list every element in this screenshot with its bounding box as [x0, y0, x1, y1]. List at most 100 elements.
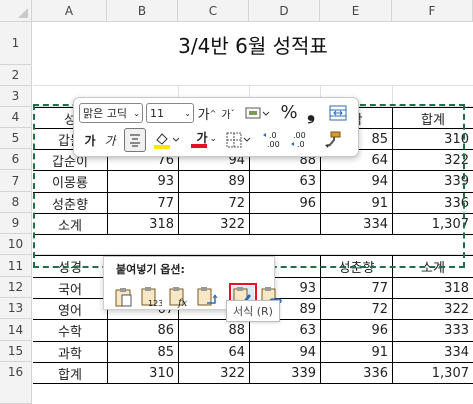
- svg-text:.00: .00: [267, 140, 280, 149]
- row-header-7[interactable]: 7: [0, 170, 32, 192]
- bold-button[interactable]: 가: [82, 129, 98, 151]
- table2-cell[interactable]: 322: [393, 299, 473, 319]
- paste-formulas-button[interactable]: fx: [168, 286, 190, 308]
- font-size-value: 11: [150, 106, 164, 120]
- table2-cell[interactable]: 96: [321, 320, 392, 341]
- align-center-icon: [130, 134, 140, 147]
- row-header-16[interactable]: 16: [0, 362, 32, 404]
- merge-cells-icon: [329, 105, 347, 121]
- table2-cell[interactable]: 339: [250, 363, 320, 383]
- col-header-e[interactable]: E: [320, 0, 392, 22]
- col-header-c[interactable]: C: [178, 0, 249, 22]
- row-header-4[interactable]: 4: [0, 107, 32, 128]
- svg-text:.0: .0: [297, 140, 305, 149]
- grow-font-button[interactable]: 가 ^: [197, 103, 217, 123]
- font-color-button[interactable]: 가 ⌄: [187, 129, 217, 151]
- format-painter-icon: [325, 131, 341, 148]
- col-header-a[interactable]: A: [32, 0, 107, 22]
- format-painter-button[interactable]: [320, 129, 344, 151]
- table2-cell[interactable]: 85: [108, 342, 178, 362]
- table2-cell[interactable]: 1,307: [393, 363, 473, 383]
- col-header-f[interactable]: F: [392, 0, 473, 22]
- col-header-d[interactable]: D: [249, 0, 320, 22]
- table2-cell[interactable]: 수학: [33, 320, 107, 341]
- table2-cell[interactable]: 94: [250, 342, 320, 362]
- chevron-down-icon: ⌄: [184, 108, 191, 118]
- increase-decimal-icon: .0.00: [263, 131, 280, 149]
- table2-cell[interactable]: 336: [321, 363, 392, 383]
- table2-cell[interactable]: 합계: [33, 363, 107, 383]
- spreadsheet: A B C D E F 1 2 3 4 5 6 7 8 9 10 11 12 1…: [0, 0, 473, 404]
- paste-options-title: 붙여넣기 옵션:: [116, 263, 185, 276]
- chevron-down-icon: ⌄: [209, 134, 217, 144]
- row-header-6[interactable]: 6: [0, 149, 32, 170]
- font-name-value: 맑은 고딕: [83, 107, 127, 120]
- row-header-5[interactable]: 5: [0, 128, 32, 149]
- shrink-font-label: 가: [221, 109, 231, 121]
- row-header-8[interactable]: 8: [0, 192, 32, 213]
- table2-cell[interactable]: 과학: [33, 342, 107, 362]
- paste-values-icon: 123: [141, 287, 162, 308]
- table2-cell[interactable]: 318: [393, 278, 473, 298]
- gridline: [33, 85, 473, 86]
- chevron-down-icon: ⌄: [133, 108, 140, 118]
- table2-cell[interactable]: 영어: [33, 299, 107, 319]
- row-header-2[interactable]: 2: [0, 65, 32, 86]
- row-header-11[interactable]: 11: [0, 255, 32, 277]
- row-header-12[interactable]: 12: [0, 277, 32, 298]
- comma-style-button[interactable]: ❟: [303, 100, 319, 124]
- table-border: [33, 383, 473, 384]
- row-header-10[interactable]: 10: [0, 234, 32, 255]
- borders-button[interactable]: [224, 129, 252, 151]
- font-name-combo[interactable]: 맑은 고딕 ⌄: [79, 103, 143, 123]
- shrink-font-button[interactable]: 가ˇ: [219, 103, 237, 123]
- paste-formatting-tooltip: 서식 (R): [226, 300, 280, 322]
- paste-transpose-button[interactable]: [196, 286, 218, 308]
- row-header-9[interactable]: 9: [0, 213, 32, 234]
- row-header-3[interactable]: 3: [0, 86, 32, 107]
- table2-cell[interactable]: 310: [108, 363, 178, 383]
- accounting-format-icon: [245, 107, 270, 119]
- grow-font-label: 가: [197, 107, 210, 123]
- table2-cell[interactable]: 322: [179, 363, 249, 383]
- table2-cell[interactable]: 88: [179, 320, 249, 341]
- table2-cell[interactable]: 77: [321, 278, 392, 298]
- row-header-1[interactable]: 1: [0, 22, 32, 65]
- paste-formulas-icon: fx: [169, 287, 188, 308]
- col-header-b[interactable]: B: [107, 0, 178, 22]
- select-all-corner[interactable]: [0, 0, 32, 22]
- align-center-button[interactable]: [124, 128, 146, 152]
- svg-text:.00: .00: [293, 131, 306, 140]
- row-header-15[interactable]: 15: [0, 341, 32, 362]
- decrease-decimal-icon: .00.0: [291, 131, 306, 149]
- table2-cell[interactable]: 63: [250, 320, 320, 341]
- table2-cell[interactable]: 국어: [33, 278, 107, 298]
- table2-cell[interactable]: 86: [108, 320, 178, 341]
- mini-toolbar: 맑은 고딕 ⌄ 11 ⌄ 가 ^ 가ˇ % ❟ 가 가 가 ⌄ .0.00 .0…: [73, 97, 359, 157]
- paste-values-button[interactable]: 123: [140, 286, 162, 308]
- font-size-combo[interactable]: 11 ⌄: [146, 103, 194, 123]
- fill-color-icon: [154, 133, 180, 149]
- accounting-format-button[interactable]: [242, 103, 272, 123]
- row-header-13[interactable]: 13: [0, 298, 32, 319]
- italic-button[interactable]: 가: [102, 129, 118, 151]
- svg-text:.0: .0: [269, 131, 277, 140]
- paste-button[interactable]: [112, 286, 134, 308]
- decrease-decimal-button[interactable]: .00.0: [288, 129, 314, 151]
- table2-cell[interactable]: 91: [321, 342, 392, 362]
- table2-cell[interactable]: 64: [179, 342, 249, 362]
- fill-color-button[interactable]: [151, 129, 181, 151]
- table2-cell[interactable]: 334: [393, 342, 473, 362]
- borders-icon: [226, 132, 251, 148]
- merge-center-button[interactable]: [326, 103, 350, 123]
- table2-cell[interactable]: 333: [393, 320, 473, 341]
- row-header-14[interactable]: 14: [0, 319, 32, 341]
- sheet-title[interactable]: 3/4반 6월 성적표: [33, 23, 473, 65]
- svg-text:fx: fx: [177, 298, 188, 308]
- table2-cell[interactable]: 72: [321, 299, 392, 319]
- font-color-letter: 가: [196, 130, 208, 145]
- increase-decimal-button[interactable]: .0.00: [260, 129, 286, 151]
- paste-transpose-icon: [197, 287, 218, 306]
- clipboard-paste-icon: [115, 288, 132, 307]
- percent-style-button[interactable]: %: [279, 101, 299, 123]
